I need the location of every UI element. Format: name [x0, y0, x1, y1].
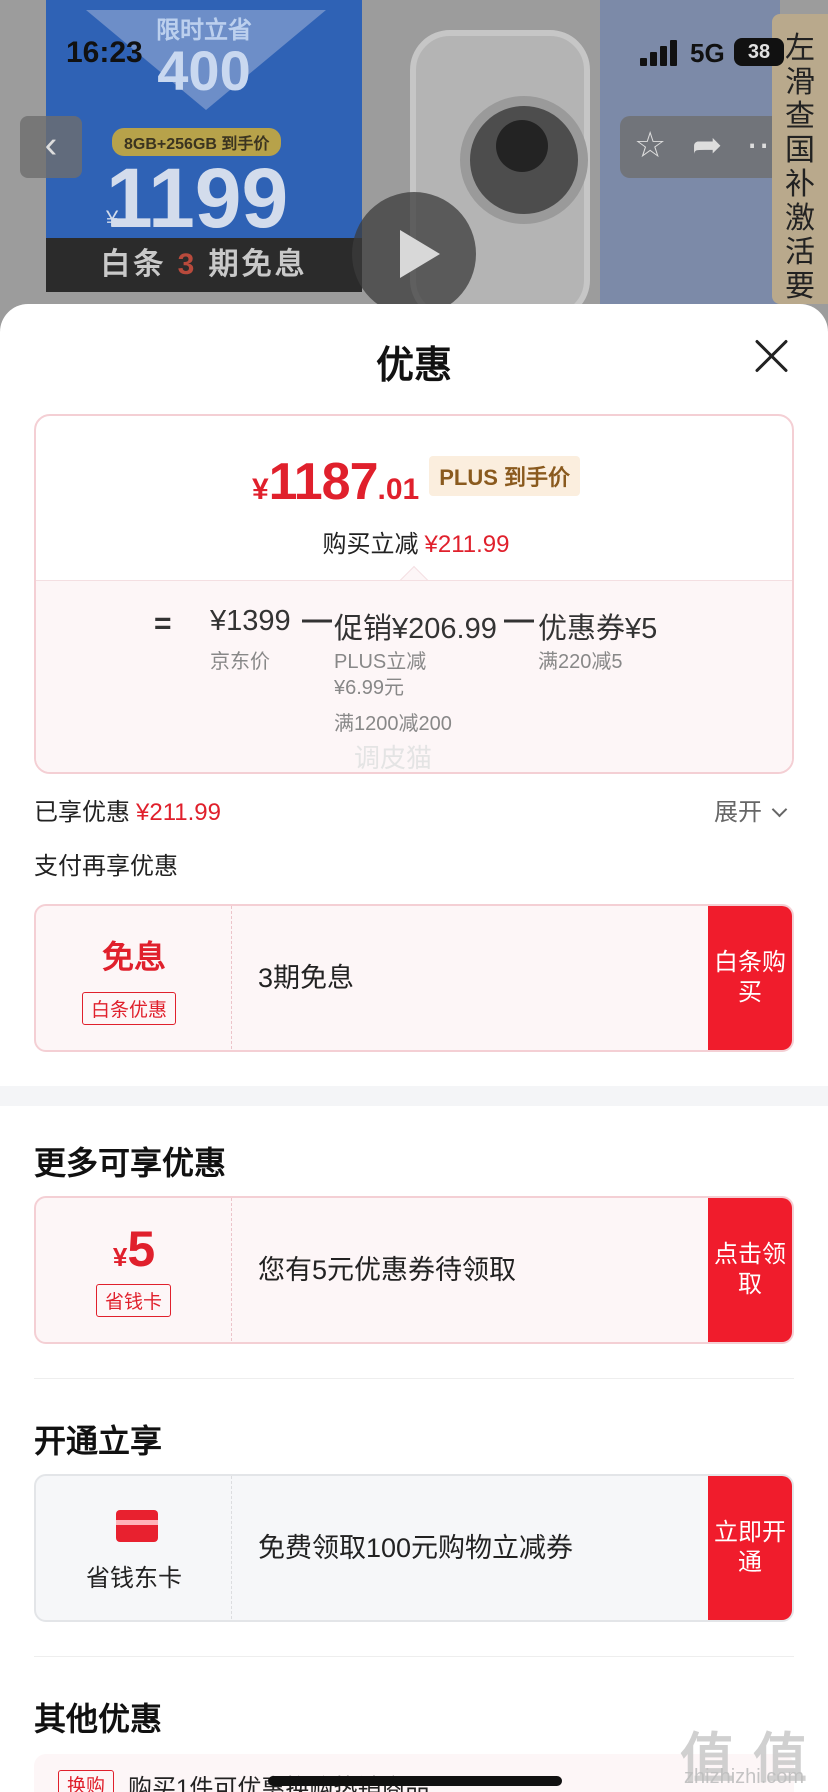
jd-price-label: 京东价	[210, 651, 270, 673]
promo-sub-full-reduction: 满1200减200	[334, 713, 452, 735]
trade-in-tag: 换购	[58, 1770, 115, 1792]
enjoyed-amount: ¥211.99	[136, 799, 221, 826]
promo-sub-plus: PLUS立减	[334, 651, 427, 673]
price-summary-card: ¥1187.01 PLUS 到手价 购买立减 ¥211.99 = ¥1399 京东价…	[34, 414, 794, 774]
section-divider	[0, 1086, 828, 1106]
enjoyed-discount: 已享优惠 ¥211.99	[34, 792, 221, 827]
offer-badge: ¥5 省钱卡	[36, 1198, 232, 1342]
coupon-number: 5	[127, 1221, 156, 1277]
minus-sign: —	[302, 603, 332, 636]
offer-text: 您有5元优惠券待领取	[258, 1255, 517, 1285]
offer-badge: 省钱东卡	[36, 1476, 232, 1620]
coupon-amount: ¥5	[36, 1220, 232, 1278]
offer-badge: 免息 白条优惠	[36, 906, 232, 1050]
offer-text: 免费领取100元购物立减券	[258, 1533, 574, 1563]
product-background: 限时立省 400 8GB+256GB 到手价 ¥ 1199 白条 3 期免息 ‹…	[0, 0, 828, 330]
price-integer: 1187	[268, 453, 379, 511]
expand-button[interactable]: 展开	[714, 792, 788, 827]
banner-strip: 白条 3 期免息	[46, 238, 362, 292]
divider	[34, 1656, 794, 1657]
discount-sheet: 优惠 ¥1187.01 PLUS 到手价 购买立减 ¥211.99 = ¥1399 …	[0, 304, 828, 1792]
open-benefit-title: 开通立享	[34, 1423, 163, 1459]
plus-price-tag: PLUS 到手价	[429, 456, 580, 496]
jd-price-value: ¥1399	[210, 605, 291, 637]
banner-price: 1199	[106, 151, 289, 245]
back-button[interactable]: ‹	[20, 116, 82, 178]
product-camera-image	[460, 96, 588, 224]
baitiao-buy-button[interactable]: 白条购买	[708, 906, 792, 1050]
battery-icon: 38	[734, 38, 784, 66]
open-card-button[interactable]: 立即开通	[708, 1476, 792, 1620]
saving-card-tag: 省钱卡	[96, 1284, 172, 1317]
promo-sub-amount: ¥6.99元	[334, 677, 405, 699]
instant-saving: 购买立减 ¥211.99	[36, 524, 792, 559]
share-icon[interactable]: ➦	[692, 124, 722, 166]
divider	[34, 1378, 794, 1379]
promo-value: 促销¥206.99	[334, 613, 497, 645]
final-price: ¥1187.01 PLUS 到手价	[36, 452, 792, 512]
other-offers-title: 其他优惠	[34, 1701, 163, 1737]
saving-card-name: 省钱东卡	[86, 1565, 182, 1592]
enjoyed-label: 已享优惠	[34, 799, 130, 826]
baitiao-offer-card: 免息 白条优惠 3期免息 白条购买	[34, 904, 794, 1052]
coupon-value: 优惠券¥5	[538, 613, 658, 645]
pay-more-label: 支付再享优惠	[34, 853, 178, 880]
minus-sign: —	[504, 603, 534, 636]
status-time: 16:23	[66, 36, 143, 69]
video-play-button[interactable]	[352, 192, 476, 316]
interest-free-label: 免息	[101, 939, 166, 975]
site-watermark-url: zhizhizhi.com	[684, 1766, 805, 1788]
network-label: 5G	[690, 38, 725, 68]
card-icon	[116, 1510, 158, 1542]
price-decimal: .01	[377, 473, 420, 506]
saving-card-offer: 省钱东卡 免费领取100元购物立减券 立即开通	[34, 1474, 794, 1622]
expand-label: 展开	[714, 799, 762, 826]
coupon-sub: 满220减5	[538, 651, 623, 673]
chevron-down-icon	[771, 801, 788, 818]
home-indicator[interactable]	[268, 1776, 562, 1786]
more-offers-title: 更多可享优惠	[34, 1145, 227, 1181]
star-icon[interactable]: ☆	[634, 124, 666, 166]
banner-strip-a: 白条	[100, 248, 178, 281]
claim-coupon-button[interactable]: 点击领取	[708, 1198, 792, 1342]
offer-text: 3期免息	[258, 963, 355, 993]
coupon-yen: ¥	[112, 1242, 128, 1272]
baitiao-tag: 白条优惠	[82, 992, 177, 1025]
price-yen: ¥	[251, 473, 269, 506]
signal-icon	[640, 40, 680, 66]
sheet-title: 优惠	[375, 345, 452, 387]
chevron-left-icon: ‹	[44, 124, 58, 166]
banner-strip-b: 3	[177, 248, 198, 281]
user-watermark: 调皮猫	[354, 743, 433, 773]
close-icon[interactable]	[752, 336, 792, 376]
instant-saving-amount: ¥211.99	[424, 531, 510, 558]
equals-sign: =	[154, 607, 172, 640]
banner-strip-c: 期免息	[197, 248, 308, 281]
instant-saving-label: 购买立减	[322, 531, 419, 558]
coupon-offer-card: ¥5 省钱卡 您有5元优惠券待领取 点击领取	[34, 1196, 794, 1344]
